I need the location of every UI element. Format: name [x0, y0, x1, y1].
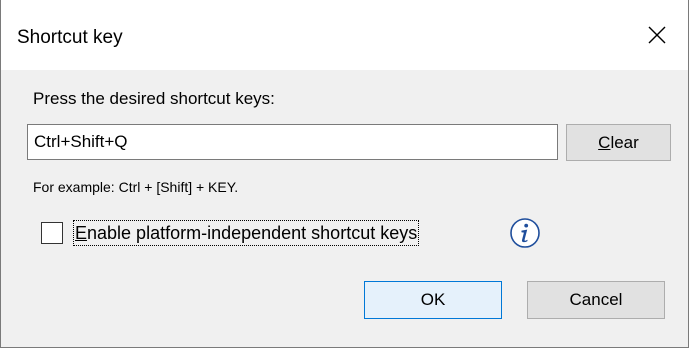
platform-independent-option[interactable]: Enable platform-independent shortcut key… — [41, 216, 420, 250]
shortcut-input[interactable] — [27, 124, 558, 160]
prompt-label: Press the desired shortcut keys: — [33, 89, 275, 108]
ok-button[interactable]: OK — [364, 281, 502, 319]
info-icon[interactable] — [508, 216, 542, 250]
title-bar: Shortcut key — [1, 0, 688, 70]
platform-independent-mnemonic: E — [75, 223, 88, 243]
clear-button-mnemonic: C — [598, 132, 611, 152]
platform-independent-label-text: nable platform-independent shortcut keys — [87, 223, 418, 243]
platform-independent-label[interactable]: Enable platform-independent shortcut key… — [73, 220, 420, 246]
shortcut-key-dialog: Shortcut key Press the desired shortcut … — [0, 0, 689, 348]
example-text: For example: Ctrl + [Shift] + KEY. — [33, 179, 239, 195]
cancel-button[interactable]: Cancel — [527, 281, 665, 319]
dialog-content: Press the desired shortcut keys: Clear F… — [1, 70, 688, 347]
platform-independent-checkbox[interactable] — [41, 222, 63, 244]
dialog-title: Shortcut key — [17, 27, 123, 48]
close-button[interactable] — [626, 0, 688, 70]
close-icon — [648, 26, 666, 44]
clear-button[interactable]: Clear — [566, 124, 671, 161]
clear-button-label: lear — [610, 132, 639, 152]
